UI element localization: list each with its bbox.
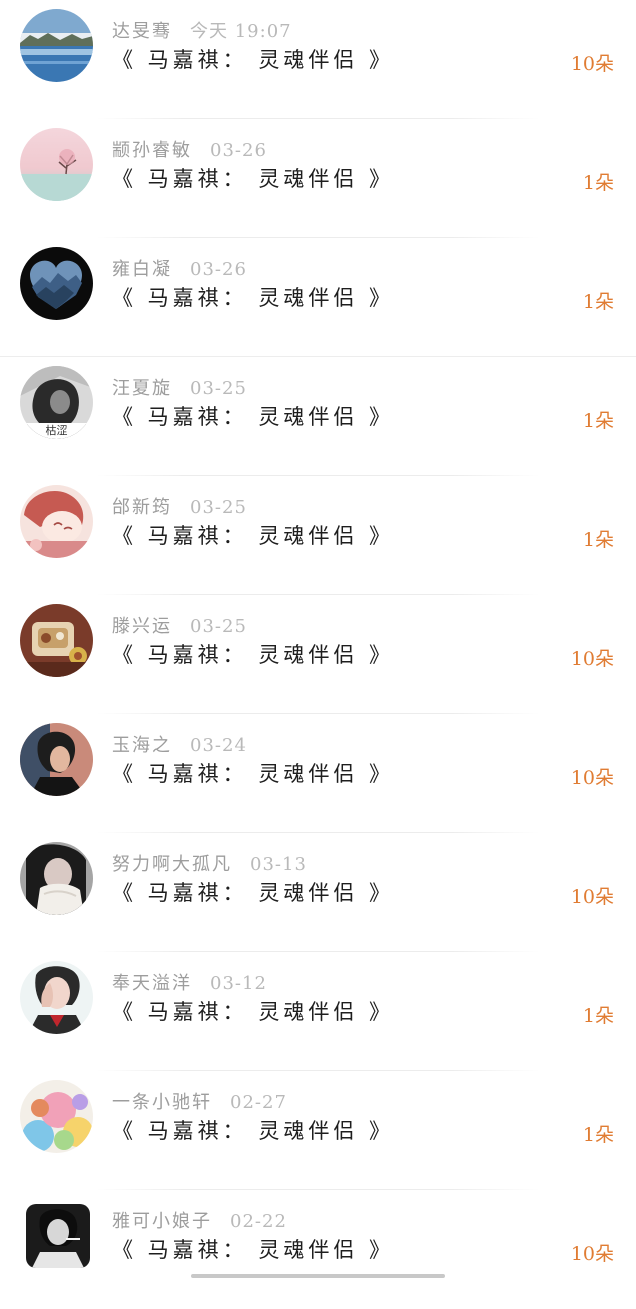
list-item[interactable]: 雍白凝 03-26 《 马嘉祺： 灵魂伴侣 》 1朵 [0,238,636,357]
heart-mountains-image [20,247,93,320]
item-meta: 雅可小娘子 02-22 [112,1207,287,1233]
item-time: 03-25 [190,378,247,399]
item-title[interactable]: 《 马嘉祺： 灵魂伴侣 》 [112,401,394,431]
item-title[interactable]: 《 马嘉祺： 灵魂伴侣 》 [112,758,394,788]
flower-count: 1朵 [582,291,614,313]
avatar[interactable] [20,485,93,558]
item-meta: 邰新筠 03-25 [112,493,247,519]
item-time: 03-13 [250,854,307,875]
list-item[interactable]: 一条小驰轩 02-27 《 马嘉祺： 灵魂伴侣 》 1朵 [0,1071,636,1190]
flower-count: 1朵 [582,172,614,194]
item-time: 03-25 [190,497,247,518]
user-name[interactable]: 颛孙睿敏 [112,140,192,161]
avatar[interactable] [20,128,93,201]
flower-count: 10朵 [570,886,614,908]
item-time: 03-26 [210,140,267,161]
food-image [20,604,93,677]
flower-count: 1朵 [582,529,614,551]
flower-count: 10朵 [570,53,614,75]
item-title[interactable]: 《 马嘉祺： 灵魂伴侣 》 [112,877,394,907]
item-time: 今天 19:07 [190,21,292,42]
list-item[interactable]: 枯涩 汪夏旋 03-25 《 马嘉祺： 灵魂伴侣 》 1朵 [0,357,636,476]
user-name[interactable]: 汪夏旋 [112,378,172,399]
list-item[interactable]: 努力啊大孤凡 03-13 《 马嘉祺： 灵魂伴侣 》 10朵 [0,833,636,952]
item-meta: 雍白凝 03-26 [112,255,247,281]
item-meta: 努力啊大孤凡 03-13 [112,850,307,876]
item-meta: 汪夏旋 03-25 [112,374,247,400]
pink-tree-image [20,128,93,201]
gift-record-list: 达旻骞 今天 19:07 《 马嘉祺： 灵魂伴侣 》 10朵 颛孙睿敏 03-2… [0,0,636,1309]
item-meta: 滕兴运 03-25 [112,612,247,638]
item-title[interactable]: 《 马嘉祺： 灵魂伴侣 》 [112,44,394,74]
avatar-caption: 枯涩 [20,423,93,439]
item-title[interactable]: 《 马嘉祺： 灵魂伴侣 》 [112,1115,394,1145]
item-meta: 一条小驰轩 02-27 [112,1088,287,1114]
list-item[interactable]: 达旻骞 今天 19:07 《 马嘉祺： 灵魂伴侣 》 10朵 [0,0,636,119]
list-item[interactable]: 颛孙睿敏 03-26 《 马嘉祺： 灵魂伴侣 》 1朵 [0,119,636,238]
user-name[interactable]: 达旻骞 [112,21,172,42]
item-time: 02-22 [230,1211,287,1232]
list-item[interactable]: 雅可小娘子 02-22 《 马嘉祺： 灵魂伴侣 》 10朵 [0,1190,636,1309]
list-item[interactable]: 奉天溢洋 03-12 《 马嘉祺： 灵魂伴侣 》 1朵 [0,952,636,1071]
flower-count: 10朵 [570,767,614,789]
avatar[interactable] [20,9,93,82]
item-time: 03-25 [190,616,247,637]
user-name[interactable]: 邰新筠 [112,497,172,518]
user-name[interactable]: 玉海之 [112,735,172,756]
avatar[interactable] [20,247,93,320]
item-title[interactable]: 《 马嘉祺： 灵魂伴侣 》 [112,639,394,669]
flower-count: 1朵 [582,410,614,432]
man-portrait-image [20,723,93,796]
item-time: 03-26 [190,259,247,280]
home-indicator[interactable] [191,1274,445,1278]
user-name[interactable]: 奉天溢洋 [112,973,192,994]
flower-count: 1朵 [582,1005,614,1027]
item-title[interactable]: 《 马嘉祺： 灵魂伴侣 》 [112,1234,394,1264]
flower-count: 10朵 [570,1243,614,1265]
user-name[interactable]: 雍白凝 [112,259,172,280]
list-item[interactable]: 滕兴运 03-25 《 马嘉祺： 灵魂伴侣 》 10朵 [0,595,636,714]
item-title[interactable]: 《 马嘉祺： 灵魂伴侣 》 [112,163,394,193]
item-time: 03-24 [190,735,247,756]
item-title[interactable]: 《 马嘉祺： 灵魂伴侣 》 [112,996,394,1026]
user-name[interactable]: 滕兴运 [112,616,172,637]
balloons-image [20,1080,93,1153]
item-time: 02-27 [230,1092,287,1113]
avatar[interactable] [26,1204,90,1268]
list-item[interactable]: 邰新筠 03-25 《 马嘉祺： 灵魂伴侣 》 1朵 [0,476,636,595]
idol-portrait-image [20,961,93,1034]
user-name[interactable]: 雅可小娘子 [112,1211,212,1232]
girl-scarf-image [20,842,93,915]
avatar[interactable] [20,1080,93,1153]
flower-count: 10朵 [570,648,614,670]
user-name[interactable]: 努力啊大孤凡 [112,854,232,875]
user-name[interactable]: 一条小驰轩 [112,1092,212,1113]
item-meta: 颛孙睿敏 03-26 [112,136,267,162]
flower-count: 1朵 [582,1124,614,1146]
list-item[interactable]: 玉海之 03-24 《 马嘉祺： 灵魂伴侣 》 10朵 [0,714,636,833]
anime-girl-image [20,485,93,558]
lake-scenery-image [20,9,93,82]
item-meta: 达旻骞 今天 19:07 [112,17,292,43]
avatar[interactable] [20,604,93,677]
avatar[interactable]: 枯涩 [20,366,93,439]
avatar[interactable] [20,961,93,1034]
avatar[interactable] [20,723,93,796]
avatar[interactable] [20,842,93,915]
item-title[interactable]: 《 马嘉祺： 灵魂伴侣 》 [112,520,394,550]
item-meta: 奉天溢洋 03-12 [112,969,267,995]
item-meta: 玉海之 03-24 [112,731,247,757]
item-title[interactable]: 《 马嘉祺： 灵魂伴侣 》 [112,282,394,312]
bw-smoker-image [26,1204,90,1268]
item-time: 03-12 [210,973,267,994]
